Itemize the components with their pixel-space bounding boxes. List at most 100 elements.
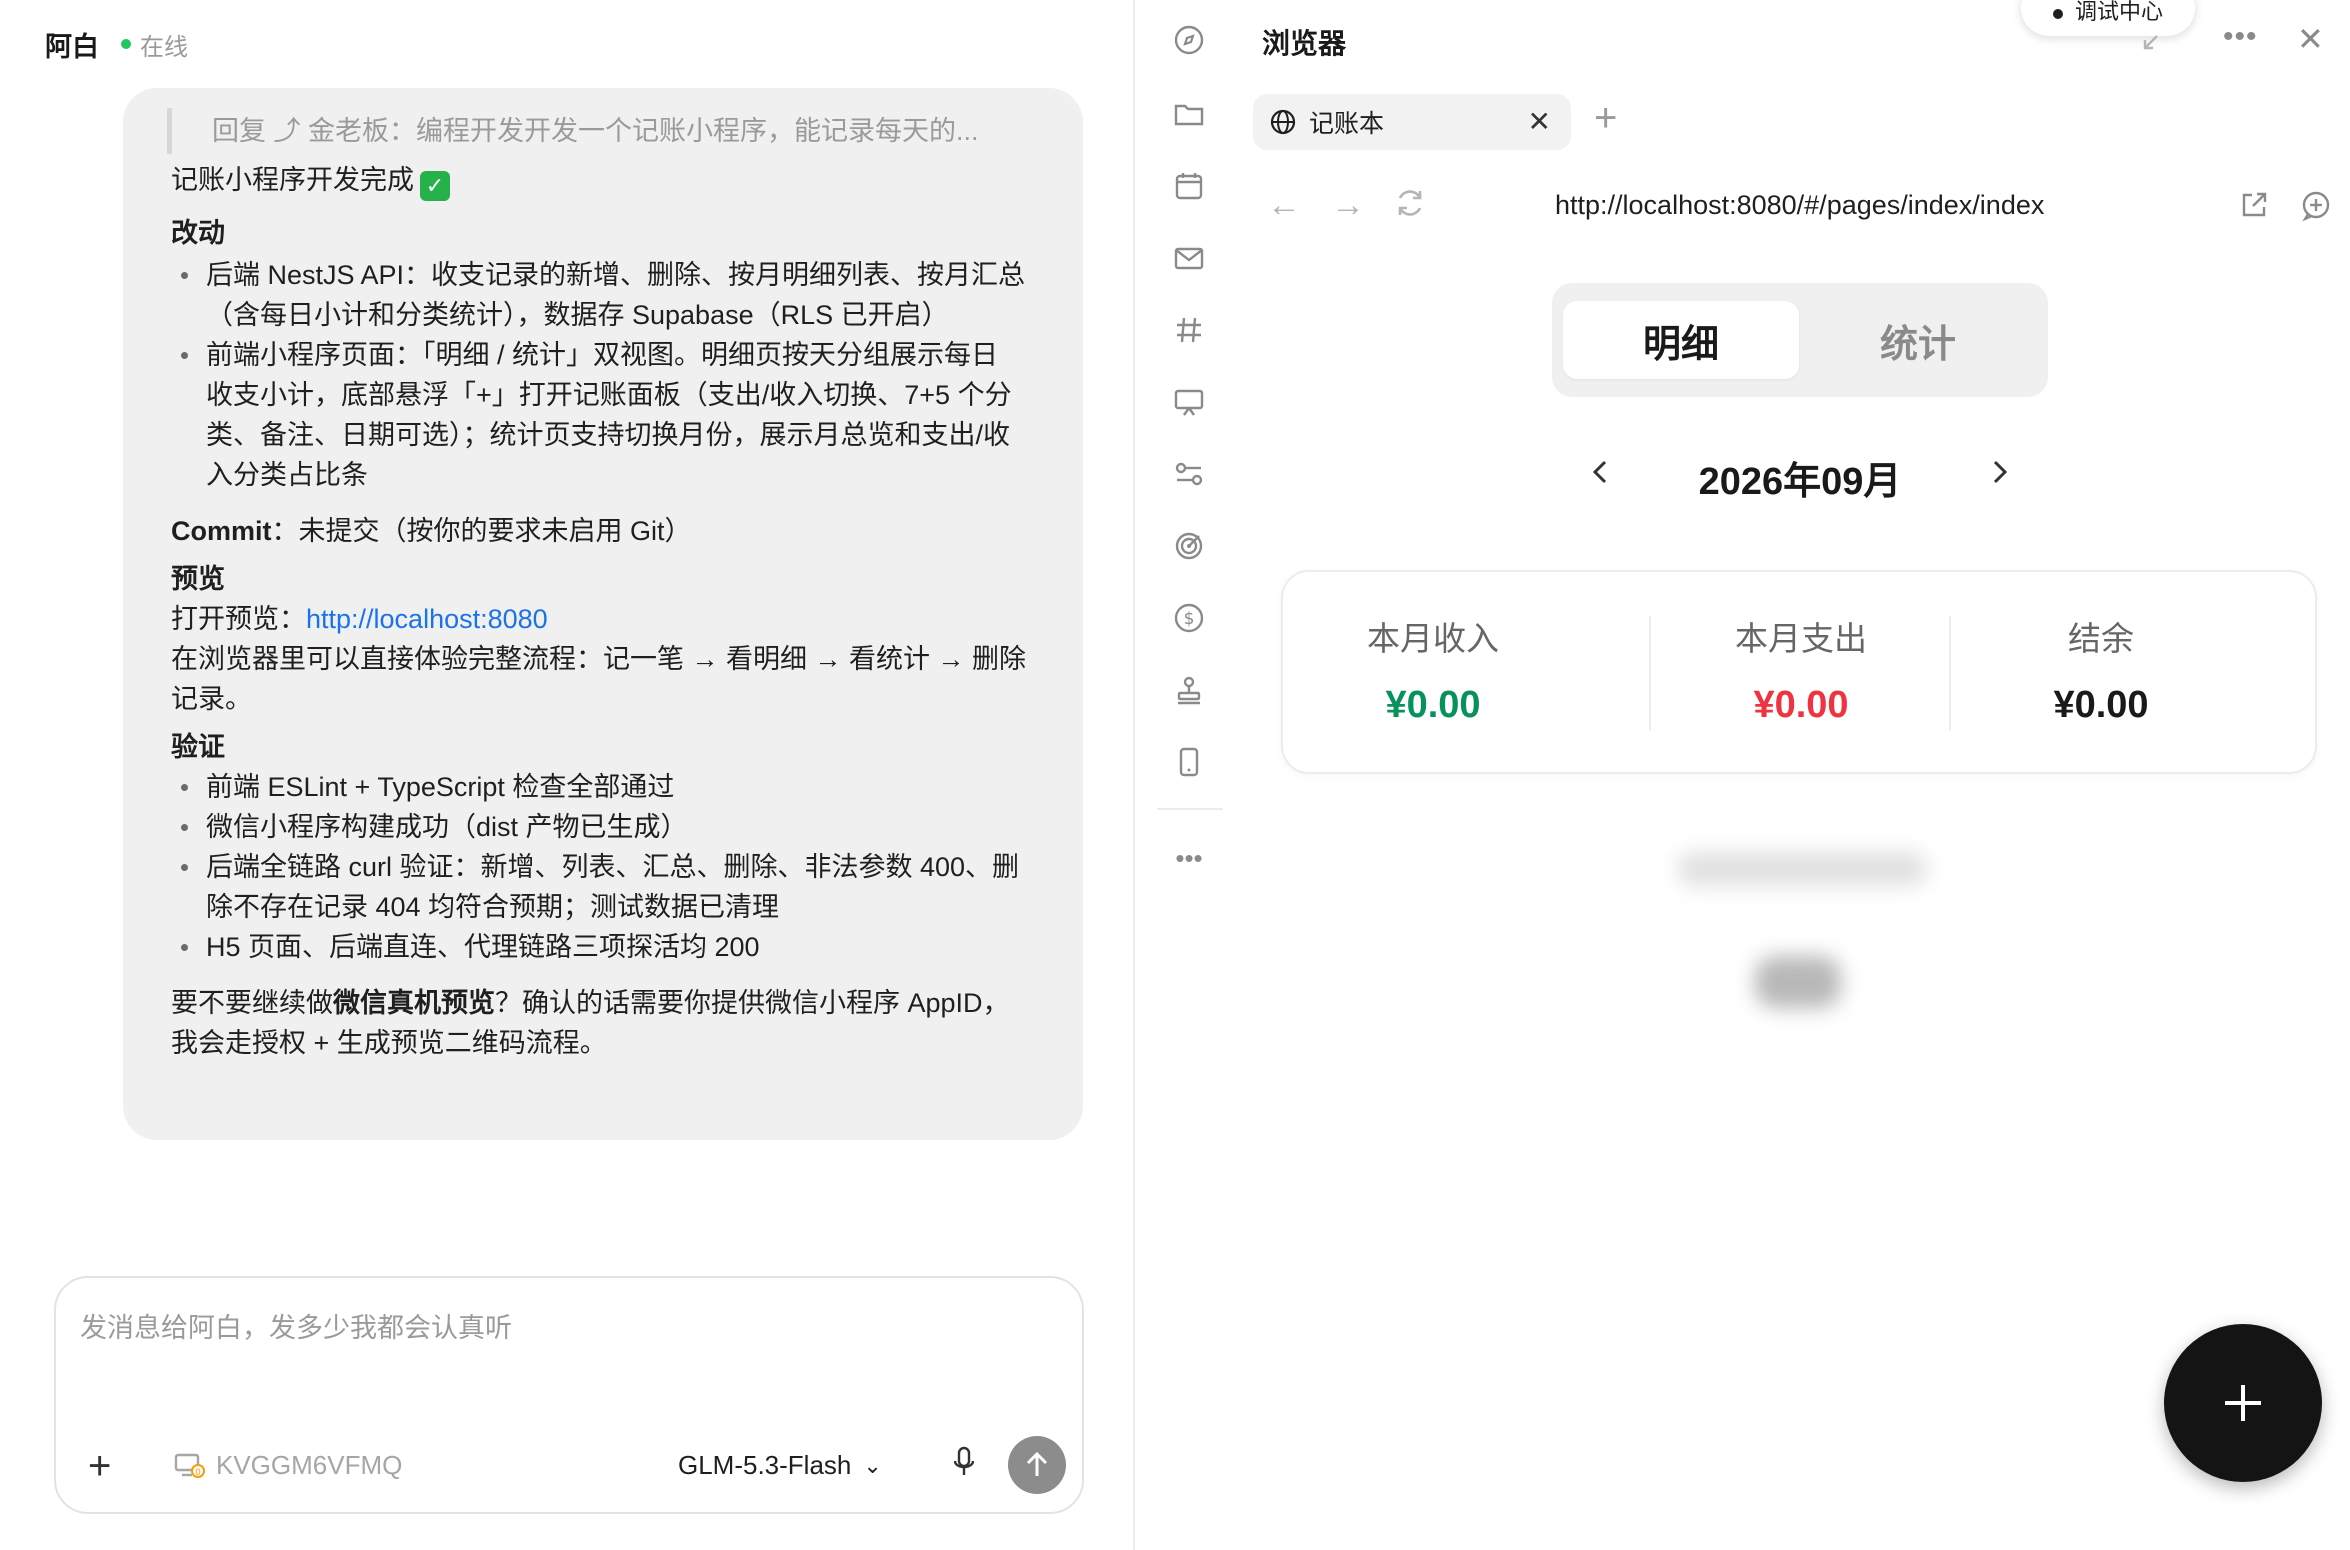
close-panel-icon[interactable]: ✕ (2297, 20, 2324, 58)
more-options-icon[interactable]: ••• (2223, 20, 2258, 54)
debug-center-label: 调试中心 (2074, 0, 2163, 24)
expense-summary: 本月支出 ¥0.00 (1651, 612, 1951, 727)
view-segmented-control: 明细 统计 (1552, 283, 2048, 397)
balance-value: ¥0.00 (2053, 684, 2149, 726)
tab-close-icon[interactable]: ✕ (1528, 105, 1551, 138)
chat-pane: 阿白 在线 回复 ⤴ 金老板：编程开发开发一个记账小程序，能记录每天的... 记… (0, 0, 1135, 1550)
preview-open-label: 打开预览： (171, 604, 306, 634)
rail-divider (1157, 808, 1223, 810)
blurred-empty-state-text (1677, 852, 1927, 886)
list-item: H5 页面、后端直连、代理链路三项探活均 200 (171, 927, 1059, 967)
month-summary-card: 本月收入 ¥0.00 本月支出 ¥0.00 结余 ¥0.00 (1281, 570, 2317, 774)
balance-label: 结余 (2068, 620, 2134, 657)
list-item: 后端全链路 curl 验证：新增、列表、汇总、删除、非法参数 400、删 (171, 847, 1059, 887)
attach-plus-icon[interactable]: + (88, 1446, 111, 1486)
list-item: 前端 ESLint + TypeScript 检查全部通过 (171, 767, 1059, 807)
arrow-up-icon (1026, 1451, 1048, 1476)
changes-list: 后端 NestJS API：收支记录的新增、删除、按月明细列表、按月汇总 （含每… (171, 255, 1059, 495)
list-item-continuation: 除不存在记录 404 均符合预期；测试数据已清理 (206, 892, 780, 922)
add-comment-icon[interactable] (2300, 190, 2332, 227)
balance-summary: 结余 ¥0.00 (1951, 612, 2251, 727)
income-value: ¥0.00 (1385, 684, 1481, 726)
assistant-message-bubble: 回复 ⤴ 金老板：编程开发开发一个记账小程序，能记录每天的... 记账小程序开发… (123, 88, 1083, 1140)
forward-icon[interactable]: → (1331, 188, 1365, 222)
verify-list: 前端 ESLint + TypeScript 检查全部通过 微信小程序构建成功（… (171, 767, 1059, 967)
list-item: 后端 NestJS API：收支记录的新增、删除、按月明细列表、按月汇总 (171, 255, 1059, 295)
expense-label: 本月支出 (1735, 620, 1867, 657)
model-selector[interactable]: GLM-5.3-Flash ⌄ (678, 1450, 882, 1481)
stamp-icon[interactable] (1173, 674, 1205, 706)
presentation-icon[interactable] (1173, 386, 1205, 418)
preview-link[interactable]: http://localhost:8080 (306, 604, 548, 634)
hashtag-icon[interactable] (1173, 314, 1205, 346)
chat-header: 阿白 在线 (45, 24, 188, 64)
verify-heading: 验证 (171, 732, 225, 762)
commit-label: Commit (171, 516, 272, 546)
online-status-label: 在线 (140, 33, 188, 61)
month-switcher: 2026年09月 (1587, 440, 2013, 510)
microphone-icon[interactable] (952, 1446, 976, 1485)
closing-line-2: 我会走授权 + 生成预览二维码流程。 (171, 1028, 607, 1058)
list-item-continuation: 入分类占比条 (206, 460, 368, 490)
preview-desc: 在浏览器里可以直接体验完整流程：记一笔 → 看明细 → 看统计 → 删除 (171, 644, 1027, 674)
online-dot-icon (121, 39, 131, 49)
contact-name: 阿白 (45, 31, 99, 62)
open-external-icon[interactable] (2239, 190, 2269, 225)
add-record-button[interactable] (2164, 1324, 2322, 1482)
reply-quote[interactable]: 回复 ⤴ 金老板：编程开发开发一个记账小程序，能记录每天的... (167, 108, 1059, 154)
chevron-down-icon: ⌄ (863, 1452, 882, 1478)
new-tab-icon[interactable]: + (1594, 98, 1617, 138)
current-month: 2026年09月 (1698, 461, 1902, 503)
svg-text:0: 0 (195, 1468, 201, 1478)
debug-dot-icon (2052, 9, 2063, 19)
svg-text:$: $ (1184, 609, 1195, 629)
calendar-icon[interactable] (1173, 170, 1205, 202)
list-item-continuation: 类、备注、日期可选）；统计页支持切换月份，展示月总览和支出/收 (206, 420, 1011, 450)
closing-text: ？确认的话需要你提供微信小程序 AppID， (495, 988, 1010, 1018)
closing-text: 要不要继续做 (171, 988, 333, 1018)
online-status: 在线 (121, 27, 188, 62)
more-tools-icon[interactable]: ••• (1173, 842, 1205, 874)
tab-stats[interactable]: 统计 (1800, 301, 2036, 379)
income-label: 本月收入 (1367, 620, 1499, 657)
collapse-icon[interactable] (2141, 30, 2163, 57)
tab-label: 记账本 (1309, 110, 1385, 138)
send-button[interactable] (1008, 1436, 1066, 1494)
expense-value: ¥0.00 (1753, 684, 1849, 726)
list-item: 微信小程序构建成功（dist 产物已生成） (171, 807, 1059, 847)
message-title: 记账小程序开发完成 (171, 165, 414, 195)
browser-pane: $ ••• 浏览器 调试中心 ••• ✕ 记账本 ✕ + ← → http://… (1137, 0, 2350, 1550)
next-month-icon[interactable] (1989, 454, 2013, 495)
message-title-row: 记账小程序开发完成 ✓ (171, 160, 1059, 201)
preview-heading: 预览 (171, 564, 225, 594)
address-bar[interactable]: http://localhost:8080/#/pages/index/inde… (1555, 190, 2044, 221)
browser-tab[interactable]: 记账本 ✕ (1253, 94, 1571, 150)
debug-center-button[interactable]: 调试中心 (2021, 0, 2195, 36)
changes-heading: 改动 (171, 218, 225, 248)
mail-icon[interactable] (1173, 242, 1205, 274)
sliders-icon[interactable] (1173, 458, 1205, 490)
tab-detail[interactable]: 明细 (1563, 301, 1799, 379)
back-icon[interactable]: ← (1267, 188, 1301, 222)
device-selector[interactable]: 0 KVGGM6VFMQ (174, 1450, 402, 1481)
preview-open-row: 打开预览：http://localhost:8080 (171, 599, 1059, 639)
reload-icon[interactable] (1393, 186, 1427, 226)
check-mark-icon: ✓ (420, 171, 450, 201)
commit-text: ：未提交（按你的要求未启用 Git） (271, 516, 692, 546)
plus-icon (2225, 1385, 2261, 1421)
list-item-continuation: 收支小计，底部悬浮「+」打开记账面板（支出/收入切换、7+5 个分 (206, 380, 1012, 410)
message-composer[interactable]: 发消息给阿白，发多少我都会认真听 + 0 KVGGM6VFMQ GLM-5.3-… (54, 1276, 1084, 1514)
radar-icon[interactable] (1173, 530, 1205, 562)
dollar-icon[interactable]: $ (1173, 602, 1205, 634)
list-item-continuation: （含每日小计和分类统计），数据存 Supabase（RLS 已开启） (206, 300, 949, 330)
browser-title: 浏览器 (1262, 28, 1347, 59)
list-item: 前端小程序页面：「明细 / 统计」双视图。明细页按天分组展示每日 (171, 335, 1059, 375)
message-input[interactable]: 发消息给阿白，发多少我都会认真听 (80, 1306, 512, 1345)
income-summary: 本月收入 ¥0.00 (1283, 612, 1583, 727)
compass-icon[interactable] (1173, 24, 1205, 56)
mobile-icon[interactable] (1173, 746, 1205, 778)
closing-line-1: 要不要继续做微信真机预览？确认的话需要你提供微信小程序 AppID， (171, 983, 1059, 1023)
folder-icon[interactable] (1173, 98, 1205, 130)
blurred-empty-state-button (1755, 956, 1841, 1008)
device-warning-icon: 0 (174, 1453, 205, 1478)
